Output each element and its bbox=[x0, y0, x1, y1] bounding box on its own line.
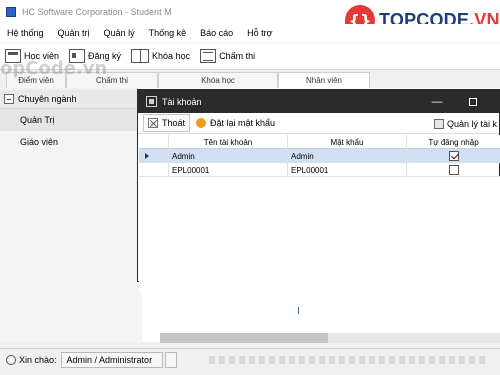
user-icon bbox=[434, 118, 444, 129]
tab-nhan-vien[interactable]: Nhân viên bbox=[278, 72, 370, 88]
table-row[interactable]: EPL00001 EPL00001 bbox=[139, 163, 500, 177]
course-button[interactable]: Khóa học bbox=[126, 44, 195, 68]
column-header-password[interactable]: Mật khẩu bbox=[288, 135, 407, 149]
id-card-icon bbox=[69, 49, 86, 63]
cell-password[interactable]: Admin bbox=[288, 149, 407, 163]
nav-item-quan-tri[interactable]: Quản Trị bbox=[0, 109, 142, 131]
app-icon bbox=[6, 7, 16, 17]
checklist-icon bbox=[200, 49, 217, 63]
menu-bar: Hệ thống Quản trị Quản lý Thống kê Báo c… bbox=[0, 24, 500, 42]
menu-ho-tro[interactable]: Hỗ trợ bbox=[240, 28, 279, 38]
maximize-icon bbox=[469, 97, 477, 106]
cell-username[interactable]: Admin bbox=[169, 149, 288, 163]
tab-strip: Điểm viên Chấm thi Khóa học Nhân viên bbox=[0, 72, 500, 88]
grid-empty-area bbox=[139, 177, 500, 292]
dialog-title: Tài khoản bbox=[162, 96, 202, 107]
row-header-corner bbox=[139, 135, 169, 149]
auto-login-checkbox[interactable] bbox=[448, 151, 459, 161]
manage-accounts-button[interactable]: Quản lý tài k bbox=[434, 115, 497, 132]
menu-he-thong[interactable]: Hệ thống bbox=[0, 28, 51, 38]
column-header-username[interactable]: Tên tài khoản bbox=[169, 135, 288, 149]
tab-khoa-hoc[interactable]: Khóa học bbox=[158, 72, 278, 88]
register-button[interactable]: Đăng ký bbox=[64, 44, 126, 68]
nav-item-giao-vien[interactable]: Giáo viên bbox=[0, 131, 142, 153]
reset-password-button[interactable]: Đặt lại mật khẩu bbox=[192, 114, 279, 132]
window-title: HC Software Corporation - Student M bbox=[22, 7, 172, 17]
cell-auto-login[interactable] bbox=[407, 149, 500, 163]
nav-group-header[interactable]: Chuyên ngành bbox=[0, 90, 142, 109]
menu-quan-ly[interactable]: Quản lý bbox=[97, 28, 142, 38]
menu-bao-cao[interactable]: Báo cáo bbox=[193, 28, 240, 38]
left-nav: Chuyên ngành Quản Trị Giáo viên bbox=[0, 90, 142, 342]
status-divider bbox=[164, 351, 177, 368]
dialog-window-icon bbox=[146, 96, 157, 107]
status-bar: Xin chào: Admin / Administrator bbox=[0, 348, 500, 370]
dialog-titlebar[interactable]: Tài khoản — bbox=[138, 90, 499, 113]
row-selector[interactable] bbox=[139, 163, 169, 177]
main-toolbar: Học viên Đăng ký Khóa học Chấm thi bbox=[0, 43, 500, 70]
cell-username[interactable]: EPL00001 bbox=[169, 163, 288, 177]
accounts-dialog: Tài khoản — Thoát Đặt lại mật khẩu Quản … bbox=[137, 89, 500, 292]
tab-cham-thi[interactable]: Chấm thi bbox=[66, 72, 158, 88]
cell-auto-login[interactable] bbox=[407, 163, 500, 177]
current-user: Admin / Administrator bbox=[60, 351, 163, 368]
maximize-button[interactable] bbox=[458, 90, 488, 113]
auto-login-checkbox[interactable] bbox=[448, 165, 459, 175]
collapse-icon[interactable] bbox=[4, 94, 14, 104]
current-row-icon bbox=[145, 153, 149, 159]
scrollbar-thumb[interactable] bbox=[160, 333, 328, 343]
graduation-cap-icon bbox=[5, 49, 21, 63]
accounts-grid: Tên tài khoản Mật khẩu Tự đăng nhập Admi… bbox=[139, 135, 500, 292]
student-button[interactable]: Học viên bbox=[0, 44, 64, 68]
nav-group-label: Chuyên ngành bbox=[18, 94, 77, 104]
menu-quan-tri[interactable]: Quản trị bbox=[51, 28, 97, 38]
text-cursor bbox=[298, 307, 299, 314]
menu-thong-ke[interactable]: Thống kê bbox=[142, 28, 194, 38]
dialog-toolbar: Thoát Đặt lại mật khẩu Quản lý tài k bbox=[138, 113, 499, 134]
exit-button[interactable]: Thoát bbox=[143, 114, 191, 132]
tab-diem-vien[interactable]: Điểm viên bbox=[6, 72, 66, 88]
grid-header-row: Tên tài khoản Mật khẩu Tự đăng nhập bbox=[139, 135, 500, 149]
book-icon bbox=[131, 49, 150, 63]
status-extra-text bbox=[208, 355, 488, 364]
close-icon bbox=[148, 118, 158, 128]
grading-button[interactable]: Chấm thi bbox=[195, 44, 260, 68]
row-selector[interactable] bbox=[139, 149, 169, 163]
column-header-auto-login[interactable]: Tự đăng nhập bbox=[407, 135, 500, 149]
greeting-label: Xin chào: bbox=[19, 354, 57, 365]
key-icon bbox=[196, 118, 207, 128]
user-status-icon bbox=[6, 354, 16, 365]
table-row[interactable]: Admin Admin bbox=[139, 149, 500, 163]
cell-password[interactable]: EPL00001 bbox=[288, 163, 407, 177]
minimize-button[interactable]: — bbox=[422, 90, 452, 113]
